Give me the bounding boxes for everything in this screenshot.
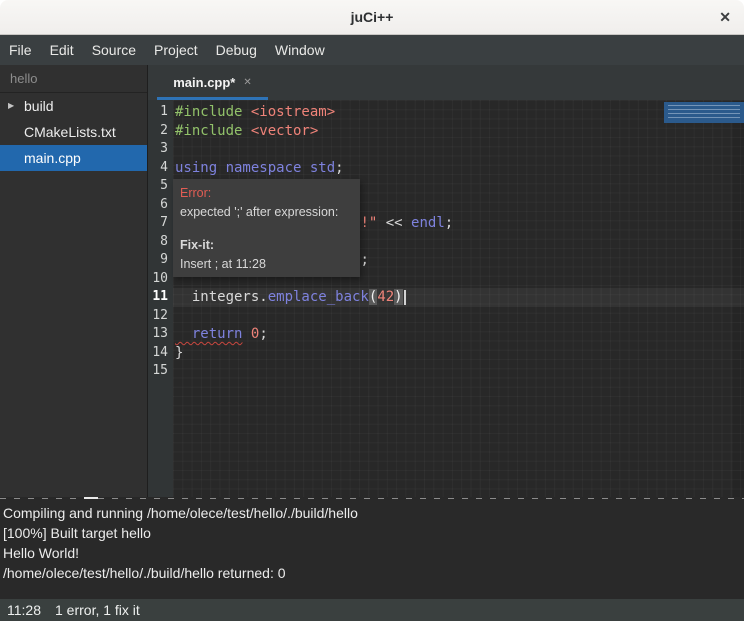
line-number: 11	[148, 288, 168, 307]
line-number: 2	[148, 122, 168, 141]
editor-pane: main.cpp* ✕ 123456789101112131415 #inclu…	[148, 65, 744, 497]
close-window-icon[interactable]: ✕	[716, 0, 734, 35]
separator-dashes	[0, 498, 744, 499]
terminal-output[interactable]: Compiling and running /home/olece/test/h…	[0, 500, 744, 599]
terminal-line: Compiling and running /home/olece/test/h…	[3, 503, 744, 523]
code-token: }	[175, 345, 183, 361]
line-number: 3	[148, 140, 168, 159]
line-number: 14	[148, 344, 168, 363]
tooltip-spacer	[180, 222, 353, 236]
code-token: #include	[175, 104, 251, 120]
code-token: using namespace std	[175, 160, 335, 176]
code-token: emplace_back	[268, 289, 369, 305]
project-sidebar: hello ▶ build CMakeLists.txt main.cpp	[0, 65, 148, 497]
code-line-4[interactable]: using namespace std;	[173, 159, 744, 178]
line-number: 5	[148, 177, 168, 196]
code-token: ;	[445, 215, 453, 231]
menu-item-file[interactable]: File	[0, 42, 41, 58]
line-number: 7	[148, 214, 168, 233]
tree-item-label: CMakeLists.txt	[24, 124, 116, 140]
code-token: <vector>	[251, 123, 318, 139]
cursor-position: 11:28	[7, 602, 41, 618]
window-title: juCi++	[0, 0, 744, 35]
menu-item-source[interactable]: Source	[83, 42, 145, 58]
line-number: 13	[148, 325, 168, 344]
code-line-2[interactable]: #include <vector>	[173, 122, 744, 141]
file-tree: ▶ build CMakeLists.txt main.cpp	[0, 93, 147, 171]
tab-close-icon[interactable]: ✕	[243, 77, 251, 88]
code-line-14[interactable]: }	[173, 344, 744, 363]
title-bar: juCi++ ✕	[0, 0, 744, 35]
code-token: integers.	[175, 289, 268, 305]
sidebar-item-main-cpp[interactable]: main.cpp	[0, 145, 147, 171]
status-bar: 11:28 1 error, 1 fix it	[0, 599, 744, 621]
sidebar-item-build[interactable]: ▶ build	[0, 93, 147, 119]
code-line-15[interactable]	[173, 362, 744, 381]
code-area[interactable]: #include <iostream>#include <vector>usin…	[173, 100, 744, 497]
tree-item-label: build	[24, 98, 54, 114]
code-token: return	[175, 326, 242, 342]
diagnostic-tooltip: Error: expected ';' after expression: Fi…	[173, 179, 360, 277]
code-line-12[interactable]	[173, 307, 744, 326]
separator-handle[interactable]	[84, 497, 98, 499]
line-number: 8	[148, 233, 168, 252]
expander-triangle-icon[interactable]: ▶	[8, 93, 14, 119]
line-number: 9	[148, 251, 168, 270]
line-number: 1	[148, 103, 168, 122]
code-line-1[interactable]: #include <iostream>	[173, 103, 744, 122]
code-token: 42	[377, 289, 394, 305]
tooltip-fixit-label: Fix-it:	[180, 236, 353, 255]
tab-main-cpp[interactable]: main.cpp* ✕	[157, 65, 268, 100]
tab-label: main.cpp*	[173, 75, 235, 90]
tab-bar: main.cpp* ✕	[148, 65, 744, 100]
code-line-11[interactable]: integers.emplace_back(42)	[173, 288, 744, 307]
sidebar-item-cmakelists-txt[interactable]: CMakeLists.txt	[0, 119, 147, 145]
code-line-3[interactable]	[173, 140, 744, 159]
code-token: endl	[411, 215, 445, 231]
popup-text-streaks	[668, 105, 740, 120]
line-number: 6	[148, 196, 168, 215]
terminal-line: [100%] Built target hello	[3, 523, 744, 543]
popup-fragment[interactable]	[664, 102, 744, 123]
tree-item-label: main.cpp	[24, 150, 81, 166]
menu-item-edit[interactable]: Edit	[41, 42, 83, 58]
tooltip-error-message: expected ';' after expression:	[180, 203, 353, 222]
terminal-line: /home/olece/test/hello/./build/hello ret…	[3, 563, 744, 583]
line-number-gutter: 123456789101112131415	[148, 100, 173, 497]
line-number: 12	[148, 307, 168, 326]
source-editor[interactable]: 123456789101112131415 #include <iostream…	[148, 100, 744, 497]
text-caret	[404, 290, 406, 305]
code-token: <iostream>	[251, 104, 335, 120]
line-number: 10	[148, 270, 168, 289]
menu-bar: FileEditSourceProjectDebugWindow	[0, 35, 744, 65]
tooltip-error-label: Error:	[180, 184, 353, 203]
code-token	[242, 326, 250, 342]
tooltip-fixit-message: Insert ; at 11:28	[180, 255, 353, 274]
menu-item-project[interactable]: Project	[145, 42, 207, 58]
menu-item-debug[interactable]: Debug	[207, 42, 266, 58]
code-line-13[interactable]: return 0;	[173, 325, 744, 344]
code-token: )	[394, 289, 402, 305]
code-token: #include	[175, 123, 251, 139]
menu-item-window[interactable]: Window	[266, 42, 334, 58]
project-name: hello	[0, 65, 147, 93]
code-token: ;	[259, 326, 267, 342]
line-number: 15	[148, 362, 168, 381]
diagnostics-summary: 1 error, 1 fix it	[55, 602, 140, 618]
terminal-line: Hello World!	[3, 543, 744, 563]
line-number: 4	[148, 159, 168, 178]
code-token: ;	[335, 160, 343, 176]
code-token: <<	[377, 215, 411, 231]
